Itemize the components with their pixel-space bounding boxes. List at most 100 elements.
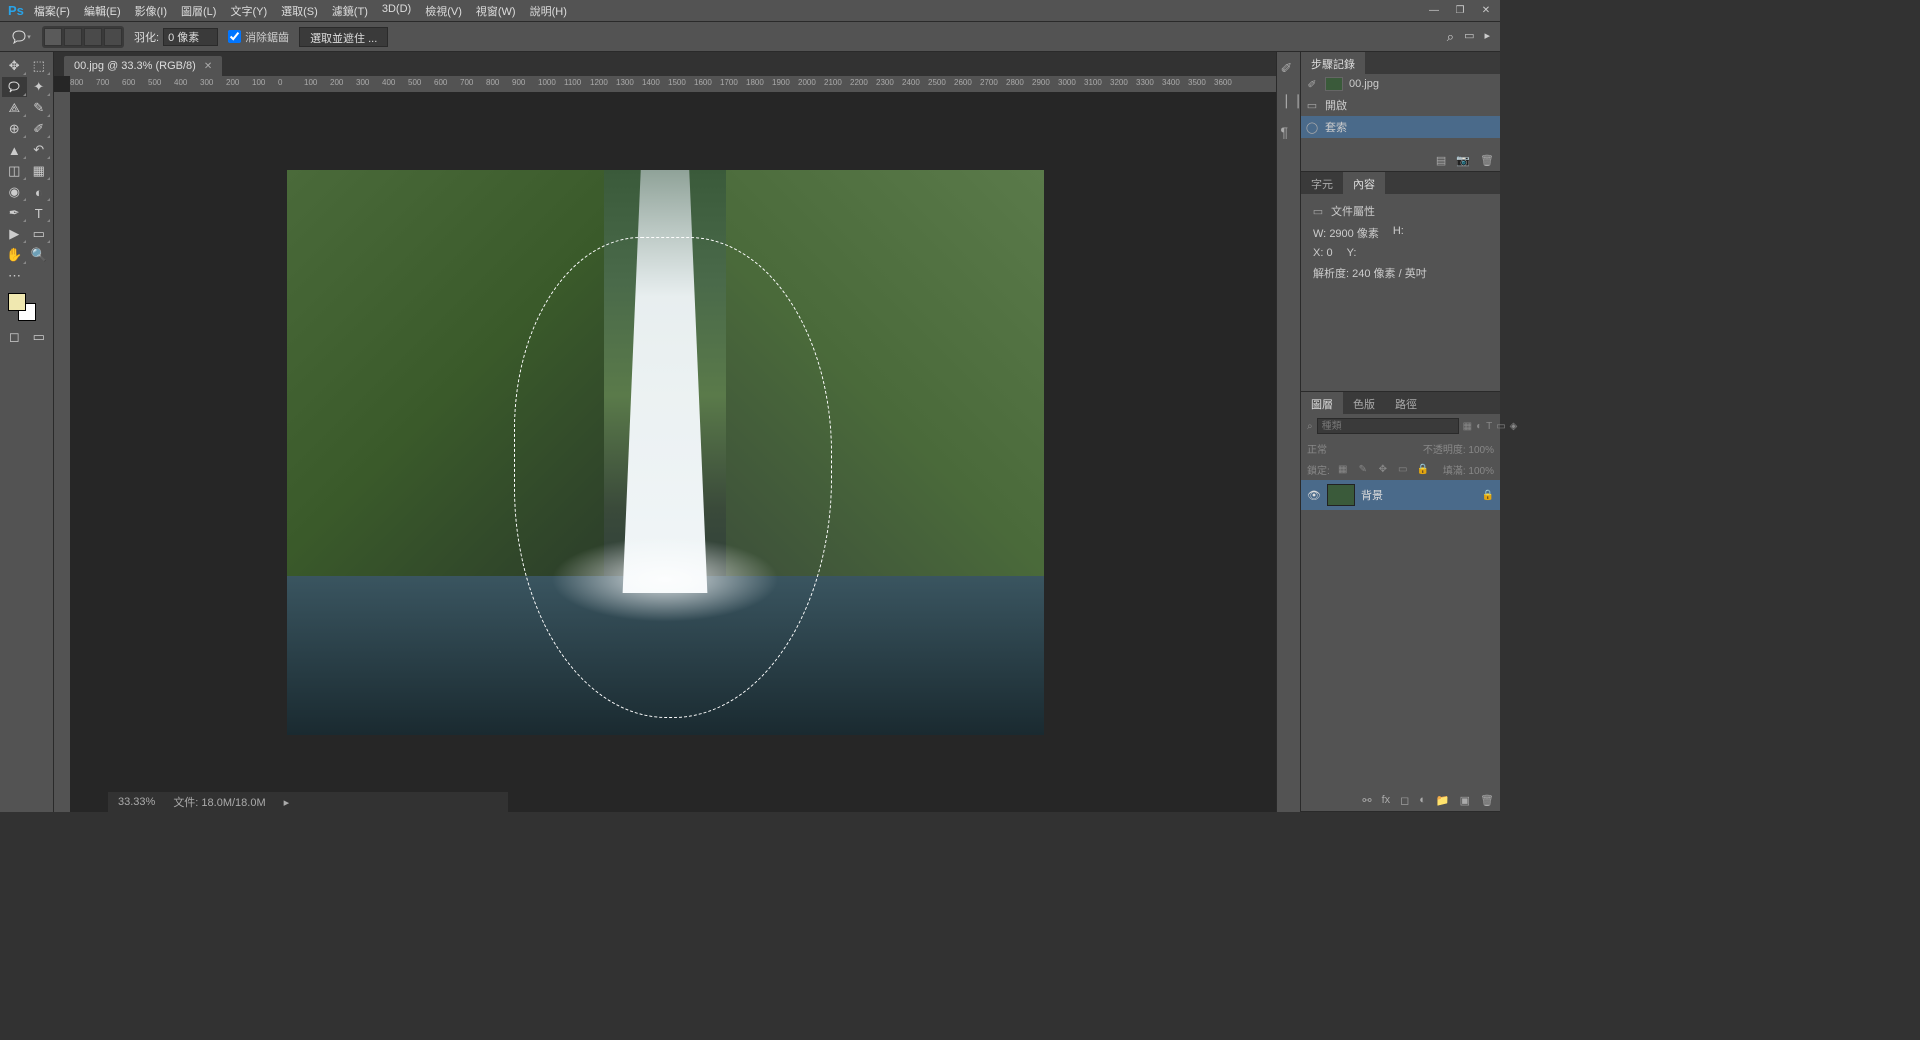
marquee-tool[interactable]: ⬚: [27, 56, 52, 76]
foreground-color[interactable]: [8, 293, 26, 311]
stamp-tool[interactable]: ▲: [2, 140, 27, 160]
antialias-input[interactable]: [228, 30, 241, 43]
status-bar: 33.33% 文件: 18.0M/18.0M ▸: [108, 792, 508, 812]
workspace-icon[interactable]: ▭: [1464, 29, 1474, 45]
layer-name[interactable]: 背景: [1361, 487, 1476, 503]
screenmode-toggle[interactable]: ▭: [27, 327, 52, 347]
document-tab[interactable]: 00.jpg @ 33.3% (RGB/8) ✕: [64, 56, 222, 76]
edit-toolbar[interactable]: ⋯: [2, 266, 27, 286]
quickmask-toggle[interactable]: ◻: [2, 327, 27, 347]
filter-pixel-icon[interactable]: ▦: [1463, 421, 1472, 432]
tab-character[interactable]: 字元: [1301, 172, 1343, 194]
feather-input[interactable]: [163, 28, 218, 46]
blend-mode-select[interactable]: 正常: [1307, 441, 1327, 456]
panel-menu-icon[interactable]: ▸: [1484, 29, 1490, 45]
lock-position2-icon[interactable]: ✥: [1376, 464, 1390, 475]
history-snapshot-icon[interactable]: 📷: [1456, 154, 1470, 167]
filter-smart-icon[interactable]: ◈: [1510, 421, 1518, 432]
menu-file[interactable]: 檔案(F): [34, 3, 70, 19]
new-group-icon[interactable]: 📁: [1436, 794, 1450, 807]
selection-intersect[interactable]: [104, 28, 122, 46]
menu-image[interactable]: 影像(I): [135, 3, 167, 19]
menu-layer[interactable]: 圖層(L): [181, 3, 216, 19]
lock-all-icon[interactable]: 🔒: [1416, 464, 1430, 475]
history-step-lasso[interactable]: ◯ 套索: [1301, 116, 1500, 138]
menu-select[interactable]: 選取(S): [281, 3, 318, 19]
tab-paths[interactable]: 路徑: [1385, 392, 1427, 414]
search-icon[interactable]: ⌕: [1447, 29, 1454, 45]
new-adjustment-icon[interactable]: ◐: [1419, 794, 1426, 806]
brush-tool[interactable]: ✐: [27, 119, 52, 139]
add-mask-icon[interactable]: ◻: [1400, 794, 1409, 807]
lock-artboard-icon[interactable]: ▭: [1396, 464, 1410, 475]
menu-3d[interactable]: 3D(D): [382, 3, 411, 19]
history-snapshot[interactable]: ✐ 00.jpg: [1301, 74, 1500, 94]
eraser-tool[interactable]: ◫: [2, 161, 27, 181]
layer-fx-icon[interactable]: fx: [1382, 794, 1391, 806]
lock-position-icon[interactable]: ✎: [1356, 464, 1370, 475]
menu-type[interactable]: 文字(Y): [230, 3, 267, 19]
layers-panel: 圖層 色版 路徑 ⌕ ▦ ◐ T ▭ ◈ 正常 不透明度: 100% 鎖定: ▦…: [1301, 392, 1500, 812]
tab-properties[interactable]: 內容: [1343, 172, 1385, 194]
history-trash-icon[interactable]: 🗑: [1480, 154, 1494, 167]
crop-tool[interactable]: ⟁: [2, 98, 27, 118]
ruler-horizontal[interactable]: 8007006005004003002001000100200300400500…: [70, 76, 1276, 92]
delete-layer-icon[interactable]: 🗑: [1480, 794, 1494, 807]
canvas-image[interactable]: [287, 170, 1044, 735]
menu-view[interactable]: 檢視(V): [425, 3, 462, 19]
select-and-mask-button[interactable]: 選取並遮住 ...: [299, 27, 388, 47]
filter-shape-icon[interactable]: ▭: [1496, 421, 1505, 432]
menu-window[interactable]: 視窗(W): [476, 3, 516, 19]
color-swatches[interactable]: [8, 293, 51, 323]
dock-brush-icon[interactable]: ✐: [1281, 60, 1297, 76]
healing-tool[interactable]: ⊕: [2, 119, 27, 139]
document-info[interactable]: 文件: 18.0M/18.0M: [173, 794, 265, 810]
filter-type-icon[interactable]: T: [1486, 421, 1492, 432]
antialias-checkbox[interactable]: 消除鋸齒: [228, 29, 289, 45]
lasso-tool-indicator[interactable]: ▾: [10, 27, 32, 47]
minimize-button[interactable]: —: [1428, 5, 1440, 17]
visibility-toggle[interactable]: 👁: [1307, 489, 1321, 502]
selection-subtract[interactable]: [84, 28, 102, 46]
menu-help[interactable]: 說明(H): [530, 3, 567, 19]
layer-row-background[interactable]: 👁 背景 🔒: [1301, 480, 1500, 510]
menu-edit[interactable]: 編輯(E): [84, 3, 121, 19]
selection-add[interactable]: [64, 28, 82, 46]
zoom-level[interactable]: 33.33%: [118, 796, 155, 808]
lasso-tool[interactable]: [2, 77, 27, 97]
maximize-button[interactable]: ❐: [1454, 5, 1466, 17]
magic-wand-tool[interactable]: ✦: [27, 77, 52, 97]
lock-pixels-icon[interactable]: ▦: [1336, 464, 1350, 475]
tab-channels[interactable]: 色版: [1343, 392, 1385, 414]
tab-history[interactable]: 步驟記錄: [1301, 52, 1365, 74]
layer-filter-input[interactable]: [1317, 418, 1459, 434]
canvas-viewport[interactable]: [54, 92, 1276, 812]
link-layers-icon[interactable]: ⚯: [1362, 794, 1371, 807]
dock-char-icon[interactable]: ❘❘: [1281, 92, 1297, 108]
move-tool[interactable]: ✥: [2, 56, 27, 76]
tab-layers[interactable]: 圖層: [1301, 392, 1343, 414]
dock-paragraph-icon[interactable]: ¶: [1281, 124, 1297, 140]
selection-new[interactable]: [44, 28, 62, 46]
lock-icon[interactable]: 🔒: [1482, 490, 1494, 501]
history-newdoc-icon[interactable]: ▤: [1436, 154, 1446, 167]
filter-adjust-icon[interactable]: ◐: [1476, 421, 1482, 432]
path-select-tool[interactable]: ▶: [2, 224, 27, 244]
dodge-tool[interactable]: ◐: [27, 182, 52, 202]
shape-tool[interactable]: ▭: [27, 224, 52, 244]
menu-filter[interactable]: 濾鏡(T): [332, 3, 368, 19]
zoom-tool[interactable]: 🔍: [27, 245, 52, 265]
pen-tool[interactable]: ✒: [2, 203, 27, 223]
history-brush-tool[interactable]: ↶: [27, 140, 52, 160]
hand-tool[interactable]: ✋: [2, 245, 27, 265]
type-tool[interactable]: T: [27, 203, 52, 223]
tab-close-icon[interactable]: ✕: [204, 61, 212, 72]
layer-thumbnail[interactable]: [1327, 484, 1355, 506]
eyedropper-tool[interactable]: ✎: [27, 98, 52, 118]
new-layer-icon[interactable]: ▣: [1460, 794, 1470, 807]
gradient-tool[interactable]: ▦: [27, 161, 52, 181]
close-button[interactable]: ✕: [1480, 5, 1492, 17]
blur-tool[interactable]: ◉: [2, 182, 27, 202]
status-arrow-icon[interactable]: ▸: [284, 796, 290, 809]
history-step-open[interactable]: ▭ 開啟: [1301, 94, 1500, 116]
